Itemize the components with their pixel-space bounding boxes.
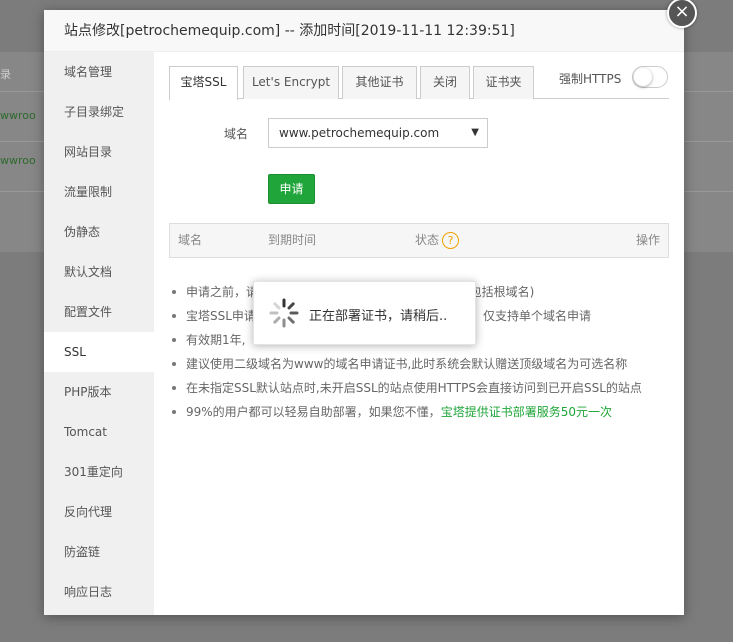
domain-label: 域名	[224, 127, 249, 141]
apply-button[interactable]: 申请	[268, 174, 315, 204]
background-text: 录	[0, 68, 11, 81]
dialog-title: 站点修改[petrochemequip.com] -- 添加时间[2019-11…	[44, 10, 684, 52]
tip-text: 建议使用二级域名为www的域名申请证书,此时系统会默认赠送顶级域名为可选名称	[186, 357, 628, 371]
sidebar-item-subdirectory-binding[interactable]: 子目录绑定	[44, 92, 154, 132]
sidebar-item-php-version[interactable]: PHP版本	[44, 372, 154, 412]
deployment-service-link[interactable]: 宝塔提供证书部署服务50元一次	[441, 405, 612, 419]
sidebar-item-site-directory[interactable]: 网站目录	[44, 132, 154, 172]
sidebar-item-traffic-limit[interactable]: 流量限制	[44, 172, 154, 212]
tip-text: 宝塔SSL申请	[186, 309, 256, 323]
tab-close[interactable]: 关闭	[420, 66, 470, 99]
background-link: wwroo	[0, 154, 36, 167]
background-link: wwroo	[0, 109, 36, 122]
tab-other-certificate[interactable]: 其他证书	[342, 66, 417, 99]
list-item: 建议使用二级域名为www的域名申请证书,此时系统会默认赠送顶级域名为可选名称	[169, 352, 674, 376]
sidebar-item-default-document[interactable]: 默认文档	[44, 252, 154, 292]
column-header-status: 状态?	[415, 224, 460, 257]
tip-text: 有效期1年,	[186, 333, 246, 347]
column-header-expiry: 到期时间	[268, 233, 317, 247]
tab-certificate-folder[interactable]: 证书夹	[473, 66, 534, 99]
sidebar-item-hotlink-protection[interactable]: 防盗链	[44, 532, 154, 572]
sidebar-item-response-log[interactable]: 响应日志	[44, 572, 154, 612]
sidebar-item-reverse-proxy[interactable]: 反向代理	[44, 492, 154, 532]
status-label: 状态	[415, 233, 440, 247]
sidebar-item-domain-management[interactable]: 域名管理	[44, 52, 154, 92]
chevron-down-icon: ▼	[471, 127, 479, 138]
force-https-toggle[interactable]	[632, 66, 668, 88]
sidebar-item-tomcat[interactable]: Tomcat	[44, 412, 154, 452]
sidebar-item-301-redirect[interactable]: 301重定向	[44, 452, 154, 492]
tip-text: 99%的用户都可以轻易自助部署，如果您不懂，	[186, 405, 441, 419]
tab-baota-ssl[interactable]: 宝塔SSL	[169, 66, 238, 100]
force-https-label: 强制HTTPS	[559, 72, 622, 86]
column-header-action: 操作	[635, 233, 660, 247]
domain-select-value: www.petrochemequip.com	[279, 126, 440, 140]
tip-text-right: 书，仅支持单个域名申请	[459, 309, 592, 323]
sidebar-item-config-file[interactable]: 配置文件	[44, 292, 154, 332]
toggle-knob	[634, 68, 652, 86]
tip-text: 在未指定SSL默认站点时,未开启SSL的站点使用HTTPS会直接访问到已开启SS…	[186, 381, 642, 395]
sidebar-item-rewrite[interactable]: 伪静态	[44, 212, 154, 252]
list-item: 99%的用户都可以轻易自助部署，如果您不懂，宝塔提供证书部署服务50元一次	[169, 400, 674, 424]
loading-text: 正在部署证书，请稍后..	[309, 309, 448, 324]
list-item: 在未指定SSL默认站点时,未开启SSL的站点使用HTTPS会直接访问到已开启SS…	[169, 376, 674, 400]
tab-lets-encrypt[interactable]: Let's Encrypt	[243, 66, 339, 99]
help-icon[interactable]: ?	[442, 232, 460, 249]
column-header-domain: 域名	[178, 233, 203, 247]
domain-select[interactable]: www.petrochemequip.com ▼	[268, 118, 488, 148]
sidebar-item-ssl[interactable]: SSL	[44, 332, 154, 372]
tip-text: 申请之前，请	[186, 285, 259, 299]
sidebar: 域名管理 子目录绑定 网站目录 流量限制 伪静态 默认文档 配置文件 SSL P…	[44, 52, 154, 615]
loading-dialog: 正在部署证书，请稍后..	[253, 281, 476, 345]
spinner-icon	[269, 298, 299, 328]
certificate-table-header: 域名 到期时间 状态? 操作	[169, 223, 669, 258]
